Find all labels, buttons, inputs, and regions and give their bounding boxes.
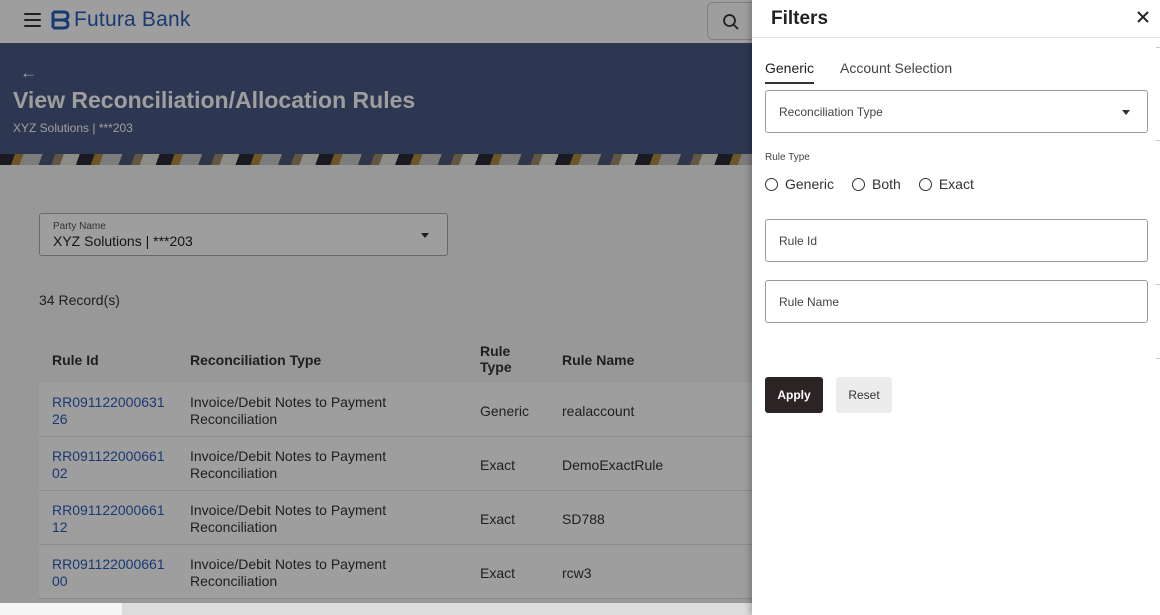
- radio-exact[interactable]: Exact: [918, 176, 974, 192]
- rule-type-label: Rule Type: [765, 152, 810, 163]
- rule-name-placeholder: Rule Name: [779, 295, 840, 309]
- rule-id-input[interactable]: Rule Id: [765, 219, 1148, 262]
- reconciliation-type-placeholder: Reconciliation Type: [779, 105, 883, 119]
- radio-circle[interactable]: [765, 177, 778, 191]
- radio-both[interactable]: Both: [852, 176, 901, 192]
- radio-generic-label: Generic: [785, 176, 835, 192]
- close-icon[interactable]: [1136, 10, 1150, 24]
- radio-exact-label: Exact: [938, 176, 974, 192]
- rule-name-input[interactable]: Rule Name: [765, 280, 1148, 323]
- rule-id-placeholder: Rule Id: [779, 234, 818, 248]
- apply-button[interactable]: Apply: [765, 377, 823, 413]
- reset-button[interactable]: Reset: [836, 377, 892, 413]
- filter-tabs: Generic Account Selection: [765, 60, 952, 84]
- drawer-divider: [752, 37, 1160, 38]
- tab-generic[interactable]: Generic: [765, 60, 815, 84]
- tab-account-selection[interactable]: Account Selection: [840, 60, 952, 84]
- chevron-down-icon: [1122, 110, 1130, 115]
- modal-backdrop[interactable]: [0, 0, 752, 603]
- radio-generic[interactable]: Generic: [765, 176, 834, 192]
- filters-drawer: Filters Generic Account Selection Reconc…: [752, 0, 1160, 615]
- reconciliation-type-select[interactable]: Reconciliation Type: [765, 90, 1148, 133]
- radio-circle[interactable]: [918, 177, 932, 191]
- filters-title: Filters: [771, 8, 829, 29]
- radio-both-label: Both: [872, 176, 901, 192]
- edge-marks: [1156, 0, 1160, 615]
- radio-circle[interactable]: [852, 177, 866, 191]
- rule-type-radio-group: Generic Both Exact: [765, 176, 974, 192]
